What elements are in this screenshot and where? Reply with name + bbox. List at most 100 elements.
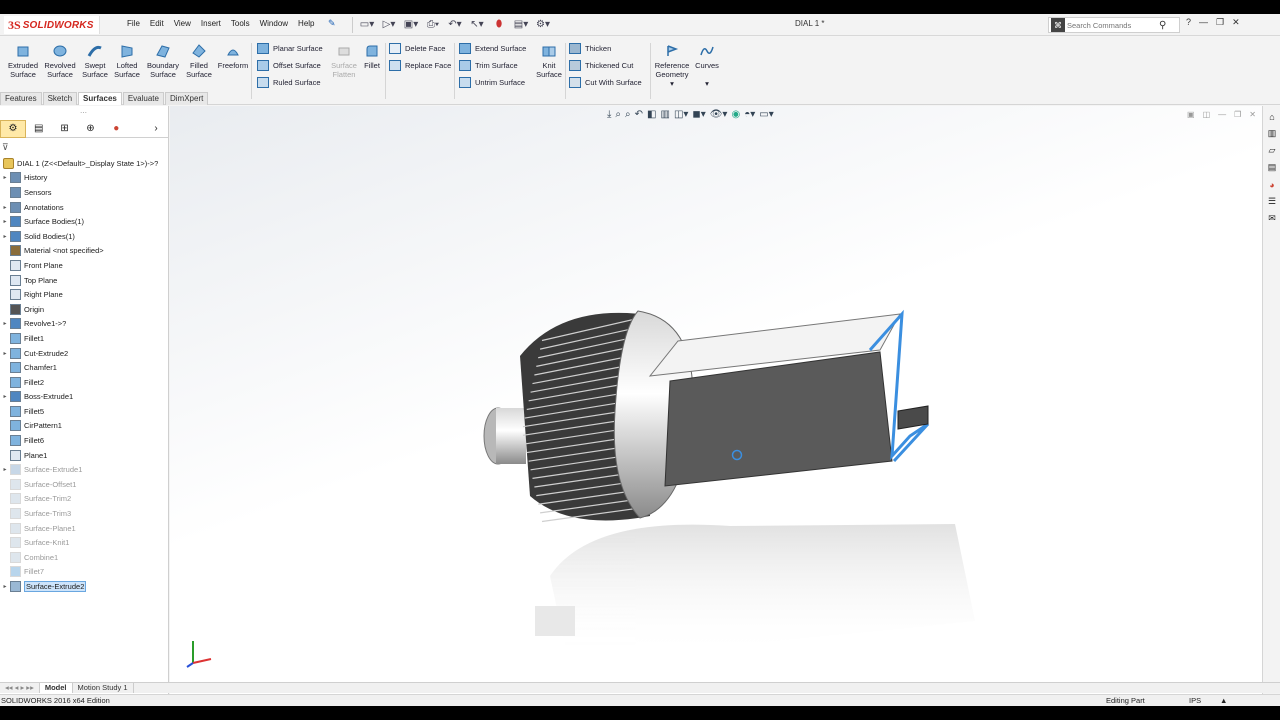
tab-evaluate[interactable]: Evaluate xyxy=(122,92,164,105)
expand-arrow-icon[interactable]: ▸ xyxy=(0,583,10,590)
status-arrow-icon[interactable]: ▲ xyxy=(1220,695,1227,706)
tree-item[interactable]: Fillet2 xyxy=(0,375,169,390)
model-render[interactable] xyxy=(170,106,1262,696)
revolved-surface-button[interactable]: Revolved Surface xyxy=(43,43,77,79)
filter-icon[interactable]: ⊽ xyxy=(2,142,9,153)
reference-geometry-button[interactable]: Reference Geometry ▾ xyxy=(653,43,691,88)
tree-item[interactable]: CirPattern1 xyxy=(0,419,169,434)
menu-help[interactable]: Help xyxy=(293,19,319,28)
expand-arrow-icon[interactable]: ▸ xyxy=(0,204,10,211)
expand-arrow-icon[interactable]: ▸ xyxy=(0,233,10,240)
rebuild-icon[interactable]: ⬮ xyxy=(489,17,509,32)
solidworks-resources-icon[interactable]: ⌂ xyxy=(1265,110,1279,123)
thicken-button[interactable]: Thicken xyxy=(569,43,611,54)
menu-tools[interactable]: Tools xyxy=(226,19,255,28)
tree-item[interactable]: Front Plane xyxy=(0,258,169,273)
lofted-surface-button[interactable]: Lofted Surface xyxy=(112,43,142,79)
menu-file[interactable]: File xyxy=(122,19,145,28)
knit-surface-button[interactable]: Knit Surface xyxy=(535,43,563,79)
surface-flatten-button[interactable]: Surface Flatten xyxy=(329,43,359,79)
tab-dimxpert[interactable]: DimXpert xyxy=(164,92,209,105)
extend-surface-button[interactable]: Extend Surface xyxy=(459,43,526,54)
tree-item[interactable]: Surface-Plane1 xyxy=(0,521,169,536)
menu-view[interactable]: View xyxy=(169,19,196,28)
close-button[interactable]: ✕ xyxy=(1232,17,1240,28)
search-commands[interactable]: ⌘ ⚲ xyxy=(1048,17,1180,33)
dimxpert-manager-tab-icon[interactable]: ⊕ xyxy=(78,120,104,138)
tree-item[interactable]: Fillet5 xyxy=(0,404,169,419)
undo-icon[interactable]: ↶▾ xyxy=(445,17,465,32)
tree-item[interactable]: ▸ Annotations xyxy=(0,200,169,215)
tree-item[interactable]: Surface-Offset1 xyxy=(0,477,169,492)
tree-item[interactable]: Origin xyxy=(0,302,169,317)
appearances-icon[interactable]: ◕ xyxy=(1265,178,1279,191)
tree-item[interactable]: Plane1 xyxy=(0,448,169,463)
tab-surfaces[interactable]: Surfaces xyxy=(78,92,122,105)
expand-arrow-icon[interactable]: ▸ xyxy=(0,174,10,181)
expand-panel-icon[interactable]: › xyxy=(143,120,169,138)
ruled-surface-button[interactable]: Ruled Surface xyxy=(257,77,321,88)
tree-item[interactable]: Surface-Knit1 xyxy=(0,535,169,550)
select-icon[interactable]: ↖▾ xyxy=(467,17,487,32)
search-icon[interactable]: ⚲ xyxy=(1159,20,1166,31)
tab-motion-study[interactable]: Motion Study 1 xyxy=(73,683,134,693)
extruded-surface-button[interactable]: Extruded Surface xyxy=(6,43,40,79)
freeform-button[interactable]: Freeform xyxy=(217,43,249,70)
swept-surface-button[interactable]: Swept Surface xyxy=(80,43,110,79)
design-library-icon[interactable]: ▥ xyxy=(1265,127,1279,140)
expand-arrow-icon[interactable]: ▸ xyxy=(0,218,10,225)
thickened-cut-button[interactable]: Thickened Cut xyxy=(569,60,633,71)
graphics-area[interactable]: ⤓ ⌕ ⌕ ↶ ◧ ▥ ◫▾ ◼▾ 👁▾ ◉ ◓▾ ▭▾ ▣ ◫ — ❐ ✕ xyxy=(170,106,1262,696)
restore-button[interactable]: ❐ xyxy=(1216,17,1224,28)
tree-item[interactable]: Surface-Trim3 xyxy=(0,506,169,521)
tree-item[interactable]: Chamfer1 xyxy=(0,360,169,375)
tab-features[interactable]: Features xyxy=(0,92,42,105)
tree-item[interactable]: Fillet6 xyxy=(0,433,169,448)
print-icon[interactable]: ⎙▾ xyxy=(423,17,443,32)
filled-surface-button[interactable]: Filled Surface xyxy=(184,43,214,79)
property-manager-tab-icon[interactable]: ▤ xyxy=(26,120,52,138)
tree-item[interactable]: Combine1 xyxy=(0,550,169,565)
feature-manager-tab-icon[interactable]: ⚙ xyxy=(0,119,26,138)
tree-item[interactable]: Surface-Trim2 xyxy=(0,492,169,507)
tree-item[interactable]: Right Plane xyxy=(0,287,169,302)
tree-item[interactable]: ▸ Surface-Extrude1 xyxy=(0,462,169,477)
tree-item[interactable]: Material <not specified> xyxy=(0,244,169,259)
tree-item[interactable]: ▸ Surface-Extrude2 xyxy=(0,579,169,594)
menu-window[interactable]: Window xyxy=(255,19,293,28)
tree-item[interactable]: Top Plane xyxy=(0,273,169,288)
tab-model[interactable]: Model xyxy=(39,683,73,693)
open-icon[interactable]: ▷▾ xyxy=(379,17,399,32)
tree-item[interactable]: ▸ Revolve1->? xyxy=(0,317,169,332)
tree-item[interactable]: ▸ Boss-Extrude1 xyxy=(0,390,169,405)
file-properties-icon[interactable]: ▤▾ xyxy=(511,17,531,32)
tree-item[interactable]: ▸ History xyxy=(0,171,169,186)
fillet-button[interactable]: Fillet xyxy=(361,43,383,70)
tree-item[interactable]: ▸ Solid Bodies(1) xyxy=(0,229,169,244)
scroll-tabs-icon[interactable]: ◂◂ ◂ ▸ ▸▸ xyxy=(0,683,40,693)
options-icon[interactable]: ⚙▾ xyxy=(533,17,553,32)
minimize-button[interactable]: — xyxy=(1199,17,1208,28)
tree-item[interactable]: ▸ Surface Bodies(1) xyxy=(0,214,169,229)
help-icon[interactable]: ? xyxy=(1186,17,1191,28)
tree-item[interactable]: ▸ Cut-Extrude2 xyxy=(0,346,169,361)
offset-surface-button[interactable]: Offset Surface xyxy=(257,60,321,71)
expand-arrow-icon[interactable]: ▸ xyxy=(0,393,10,400)
forum-icon[interactable]: ✉ xyxy=(1265,212,1279,225)
tab-sketch[interactable]: Sketch xyxy=(42,92,78,105)
custom-properties-icon[interactable]: ☰ xyxy=(1265,195,1279,208)
expand-arrow-icon[interactable]: ▸ xyxy=(0,466,10,473)
expand-arrow-icon[interactable]: ▸ xyxy=(0,320,10,327)
search-input[interactable] xyxy=(1067,20,1159,30)
planar-surface-button[interactable]: Planar Surface xyxy=(257,43,323,54)
expand-arrow-icon[interactable]: ▸ xyxy=(0,350,10,357)
boundary-surface-button[interactable]: Boundary Surface xyxy=(145,43,181,79)
menu-insert[interactable]: Insert xyxy=(196,19,226,28)
panel-grip-icon[interactable]: ⋯ xyxy=(80,109,87,117)
curves-button[interactable]: Curves ▾ xyxy=(694,43,720,88)
replace-face-button[interactable]: Replace Face xyxy=(389,60,451,71)
file-explorer-icon[interactable]: ▱ xyxy=(1265,144,1279,157)
cut-with-surface-button[interactable]: Cut With Surface xyxy=(569,77,642,88)
save-icon[interactable]: ▣▾ xyxy=(401,17,421,32)
search-scope-icon[interactable]: ⌘ xyxy=(1051,18,1065,32)
